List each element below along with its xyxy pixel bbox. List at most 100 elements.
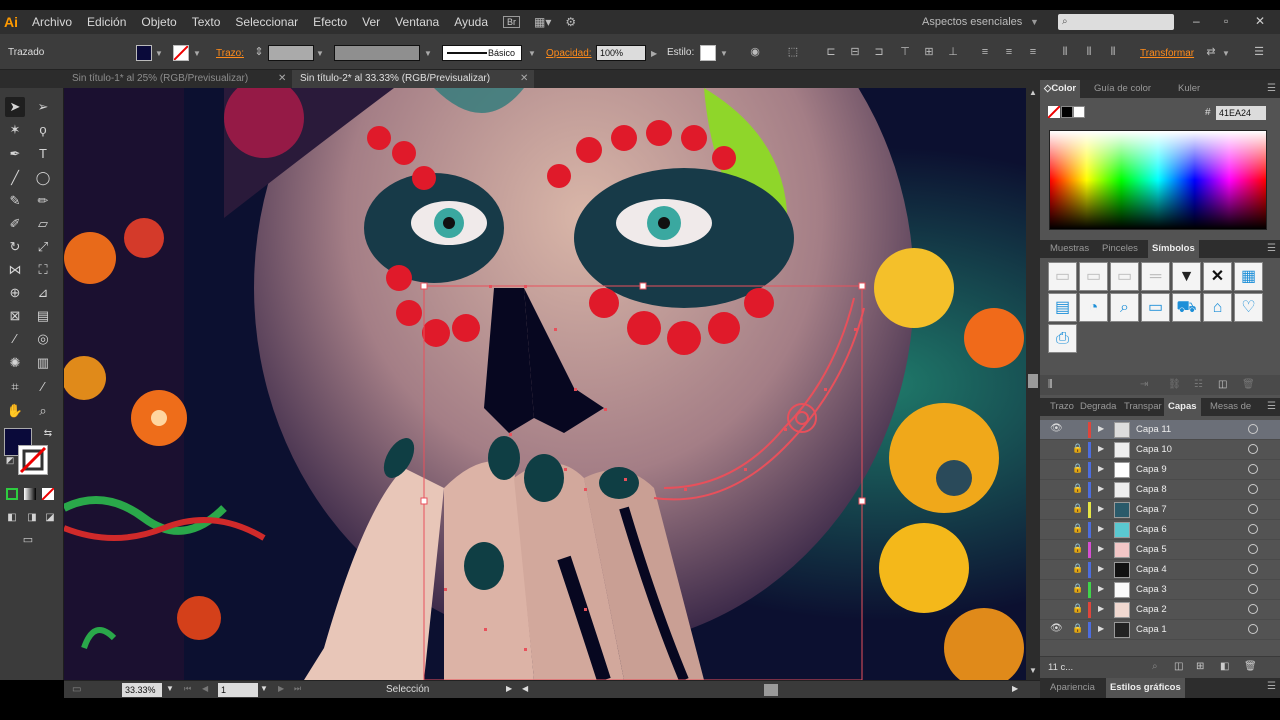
layer-row[interactable]: 🔒 ▶ Capa 4 <box>1040 560 1280 580</box>
symbol-heart-plus-icon[interactable]: ♡ <box>1234 293 1263 322</box>
lock-icon[interactable]: 🔒 <box>1072 483 1083 494</box>
tab-document-2[interactable]: Sin título-2* al 33.33% (RGB/Previsualiz… <box>292 70 534 88</box>
layer-row[interactable]: 🔒 ▶ Capa 3 <box>1040 580 1280 600</box>
none-mode-icon[interactable] <box>42 488 54 500</box>
target-icon[interactable] <box>1248 544 1258 554</box>
symbol-printer-icon[interactable]: ⎙ <box>1048 324 1077 353</box>
panel-menu-icon[interactable]: ☰ <box>1267 678 1276 696</box>
expand-arrow-icon[interactable]: ▶ <box>1098 564 1104 573</box>
make-clipping-mask-icon[interactable]: ◫ <box>1174 661 1183 672</box>
zoom-field[interactable]: 33.33% <box>122 683 162 697</box>
panel-menu-icon[interactable]: ☰ <box>1267 240 1276 258</box>
target-icon[interactable] <box>1248 564 1258 574</box>
direct-selection-tool-icon[interactable]: ➢ <box>33 97 53 117</box>
close-icon[interactable]: ✕ <box>278 70 286 88</box>
tab-document-1[interactable]: Sin título-1* al 25% (RGB/Previsualizar) <box>64 70 290 88</box>
target-icon[interactable] <box>1248 524 1258 534</box>
distribute-right-icon[interactable]: ⦀ <box>1106 45 1120 59</box>
symbol-dropdown-icon[interactable]: ▼ <box>1172 262 1201 291</box>
chevron-down-icon[interactable]: ▼ <box>424 49 432 58</box>
scroll-right-icon[interactable]: ▶ <box>1012 684 1018 693</box>
layer-row[interactable]: 🔒 ▶ Capa 5 <box>1040 540 1280 560</box>
next-artboard-icon[interactable]: ▶ <box>278 684 284 693</box>
target-icon[interactable] <box>1248 604 1258 614</box>
layer-row[interactable]: 🔒 ▶ Capa 10 <box>1040 440 1280 460</box>
distribute-top-icon[interactable]: ≡ <box>978 45 992 59</box>
scrollbar-thumb[interactable] <box>1028 374 1038 388</box>
chevron-down-icon[interactable]: ▼ <box>166 684 174 693</box>
minimize-icon[interactable]: – <box>1193 14 1200 28</box>
arrange-documents-icon[interactable]: ▦▾ <box>534 15 551 29</box>
perspective-grid-tool-icon[interactable]: ⊿ <box>33 283 53 303</box>
delete-icon[interactable]: 🗑 <box>1242 379 1255 390</box>
last-artboard-icon[interactable]: ⏭ <box>294 684 301 694</box>
tab-appearance[interactable]: Apariencia <box>1046 678 1099 698</box>
expand-arrow-icon[interactable]: ▶ <box>1098 604 1104 613</box>
menu-ver[interactable]: Ver <box>362 15 380 29</box>
swap-colors-icon[interactable]: ⇆ <box>38 424 58 444</box>
draw-inside-icon[interactable]: ◪ <box>40 508 60 528</box>
new-sublayer-icon[interactable]: ⊞ <box>1196 661 1204 672</box>
panel-menu-icon[interactable]: ☰ <box>1267 80 1276 98</box>
shape-builder-tool-icon[interactable]: ⊕ <box>5 283 25 303</box>
place-symbol-icon[interactable]: ⇥ <box>1140 379 1148 390</box>
lock-icon[interactable]: 🔒 <box>1072 443 1083 454</box>
hex-color-field[interactable]: 41EA24 <box>1216 106 1266 120</box>
eyedropper-tool-icon[interactable]: ⁄ <box>5 329 25 349</box>
new-symbol-icon[interactable]: ◫ <box>1218 379 1227 390</box>
expand-arrow-icon[interactable]: ▶ <box>1098 484 1104 493</box>
distribute-bottom-icon[interactable]: ≡ <box>1026 45 1040 59</box>
symbol-button-blank-icon[interactable]: ▭ <box>1048 262 1077 291</box>
align-to-icon[interactable]: ⬚ <box>786 45 800 59</box>
stroke-label-link[interactable]: Trazo: <box>216 48 244 59</box>
chevron-down-icon[interactable]: ▼ <box>1222 49 1230 58</box>
menu-ayuda[interactable]: Ayuda <box>454 15 488 29</box>
magic-wand-tool-icon[interactable]: ✶ <box>5 120 25 140</box>
graphic-style-swatch[interactable] <box>700 45 716 61</box>
target-icon[interactable] <box>1248 464 1258 474</box>
draw-normal-icon[interactable]: ◧ <box>2 508 22 528</box>
column-graph-tool-icon[interactable]: ▥ <box>33 353 53 373</box>
chevron-right-icon[interactable]: ▶ <box>651 49 657 58</box>
menu-edicion[interactable]: Edición <box>87 15 126 29</box>
stroke-weight-field[interactable] <box>268 45 314 61</box>
target-icon[interactable] <box>1248 584 1258 594</box>
panel-menu-icon[interactable]: ☰ <box>1267 398 1276 416</box>
chevron-down-icon[interactable]: ▼ <box>155 49 163 58</box>
symbol-cart-icon[interactable]: ⛟ <box>1172 293 1201 322</box>
symbol-calendar-icon[interactable]: ▦ <box>1234 262 1263 291</box>
lock-icon[interactable]: 🔒 <box>1072 563 1083 574</box>
blob-brush-tool-icon[interactable]: ✐ <box>5 214 25 234</box>
type-tool-icon[interactable]: T <box>33 144 53 164</box>
tab-layers[interactable]: Capas <box>1164 398 1201 416</box>
pencil-tool-icon[interactable]: ✏ <box>33 191 53 211</box>
distribute-middle-icon[interactable]: ≡ <box>1002 45 1016 59</box>
tab-graphic-styles[interactable]: Estilos gráficos <box>1106 678 1185 698</box>
lock-icon[interactable]: 🔒 <box>1072 583 1083 594</box>
symbol-search-icon[interactable]: ⌕ <box>1110 293 1139 322</box>
screen-mode-icon[interactable]: ▭ <box>18 530 38 550</box>
lock-icon[interactable]: 🔒 <box>1072 523 1083 534</box>
scroll-down-icon[interactable]: ▼ <box>1029 666 1037 675</box>
ellipse-tool-icon[interactable]: ◯ <box>33 168 53 188</box>
target-icon[interactable] <box>1248 424 1258 434</box>
eraser-tool-icon[interactable]: ▱ <box>33 214 53 234</box>
expand-arrow-icon[interactable]: ▶ <box>1098 444 1104 453</box>
gradient-mode-icon[interactable] <box>24 488 36 500</box>
chevron-down-icon[interactable]: ▼ <box>720 49 728 58</box>
tab-color[interactable]: ◇Color <box>1040 80 1081 98</box>
menu-seleccionar[interactable]: Seleccionar <box>235 15 298 29</box>
align-right-icon[interactable]: ⊐ <box>872 45 886 59</box>
menu-objeto[interactable]: Objeto <box>141 15 176 29</box>
scroll-left-icon[interactable]: ◀ <box>522 684 528 693</box>
symbol-close-icon[interactable]: ✕ <box>1203 262 1232 291</box>
align-top-icon[interactable]: ⊤ <box>898 45 912 59</box>
artboard-canvas[interactable] <box>64 88 1026 680</box>
delete-icon[interactable]: 🗑 <box>1244 661 1257 672</box>
gradient-tool-icon[interactable]: ▤ <box>33 306 53 326</box>
menu-ventana[interactable]: Ventana <box>395 15 439 29</box>
chevron-down-icon[interactable]: ▼ <box>193 49 201 58</box>
layer-row[interactable]: 🔒 ▶ Capa 9 <box>1040 460 1280 480</box>
variable-width-field[interactable] <box>334 45 420 61</box>
isolate-icon[interactable]: ⇄ <box>1204 45 1218 59</box>
